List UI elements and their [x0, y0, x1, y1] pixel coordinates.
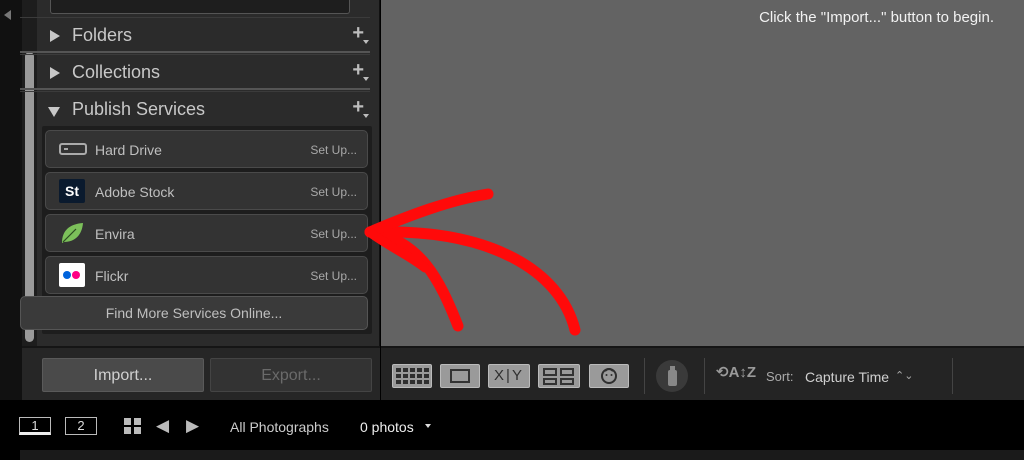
add-publish-service-plus-icon[interactable]: +	[352, 96, 369, 119]
grid-view-area[interactable]: Click the "Import..." button to begin.	[381, 0, 1024, 346]
filmstrip-header	[0, 400, 1024, 450]
import-button[interactable]: Import...	[42, 358, 204, 392]
flickr-pink-dot	[72, 271, 80, 279]
toolbar-separator	[952, 358, 953, 394]
service-row-flickr[interactable]: Flickr Set Up...	[45, 256, 368, 294]
setup-link[interactable]: Set Up...	[310, 143, 357, 157]
painter-spray-can-icon[interactable]	[656, 360, 688, 392]
collapse-arrow-icon[interactable]	[4, 10, 11, 20]
forward-arrow-icon[interactable]: ▶	[186, 416, 199, 436]
primary-monitor-button[interactable]: 1	[19, 417, 51, 435]
grid-view-button[interactable]	[392, 364, 432, 388]
import-hint-text: Click the "Import..." button to begin.	[759, 9, 994, 26]
collapse-triangle-icon[interactable]	[48, 107, 60, 117]
section-header-folders[interactable]: Folders +	[20, 17, 370, 53]
section-title: Folders	[72, 25, 133, 45]
envira-leaf-icon	[62, 223, 83, 243]
loupe-icon	[450, 369, 470, 383]
sort-direction-icon[interactable]: ⟲A↕Z	[716, 363, 756, 381]
service-row-envira[interactable]: Envira Set Up...	[45, 214, 368, 252]
sort-label: Sort:	[766, 369, 794, 384]
flickr-icon	[59, 263, 85, 287]
chevron-down-icon[interactable]	[425, 424, 431, 428]
expand-triangle-icon[interactable]	[50, 30, 60, 42]
expand-triangle-icon[interactable]	[50, 67, 60, 79]
find-more-services-button[interactable]: Find More Services Online...	[20, 296, 368, 330]
sort-select[interactable]: Capture Time	[805, 369, 889, 385]
sort-dropdown-icon[interactable]: ⌃⌄	[895, 369, 913, 382]
add-folder-plus-icon[interactable]: +	[352, 22, 369, 45]
section-title: Publish Services	[72, 99, 206, 119]
grid-view-small-icon[interactable]	[124, 418, 142, 434]
left-panel-collapse-strip[interactable]	[0, 0, 22, 400]
export-button[interactable]: Export...	[210, 358, 372, 392]
flickr-blue-dot	[63, 271, 71, 279]
service-row-hard-drive[interactable]: Hard Drive Set Up...	[45, 130, 368, 168]
setup-link[interactable]: Set Up...	[310, 269, 357, 283]
survey-view-button[interactable]	[538, 364, 580, 388]
loupe-view-button[interactable]	[440, 364, 480, 388]
service-label: Envira	[95, 226, 135, 242]
photo-count-label[interactable]: 0 photos	[360, 419, 414, 435]
toolbar-separator	[644, 358, 645, 394]
filmstrip-area[interactable]	[20, 450, 1024, 460]
add-collection-plus-icon[interactable]: +	[352, 59, 369, 82]
section-title: Collections	[72, 62, 161, 82]
section-header-publish-services[interactable]: Publish Services +	[20, 91, 370, 127]
service-label: Flickr	[95, 268, 129, 284]
setup-link[interactable]: Set Up...	[310, 185, 357, 199]
compare-view-button[interactable]: X|Y	[488, 364, 530, 388]
hard-drive-icon	[59, 143, 87, 155]
setup-link[interactable]: Set Up...	[310, 227, 357, 241]
toolbar-separator	[704, 358, 705, 394]
adobe-stock-icon: St	[59, 179, 85, 203]
service-label: Adobe Stock	[95, 184, 175, 200]
section-header-collections[interactable]: Collections +	[20, 54, 370, 90]
face-icon	[601, 368, 617, 384]
top-partial-field	[50, 0, 350, 14]
source-label[interactable]: All Photographs	[230, 419, 329, 435]
people-view-button[interactable]	[589, 364, 629, 388]
back-arrow-icon[interactable]: ◀	[156, 416, 169, 436]
survey-icon	[543, 368, 557, 376]
service-row-adobe-stock[interactable]: St Adobe Stock Set Up...	[45, 172, 368, 210]
secondary-monitor-button[interactable]: 2	[65, 417, 97, 435]
service-label: Hard Drive	[95, 142, 162, 158]
